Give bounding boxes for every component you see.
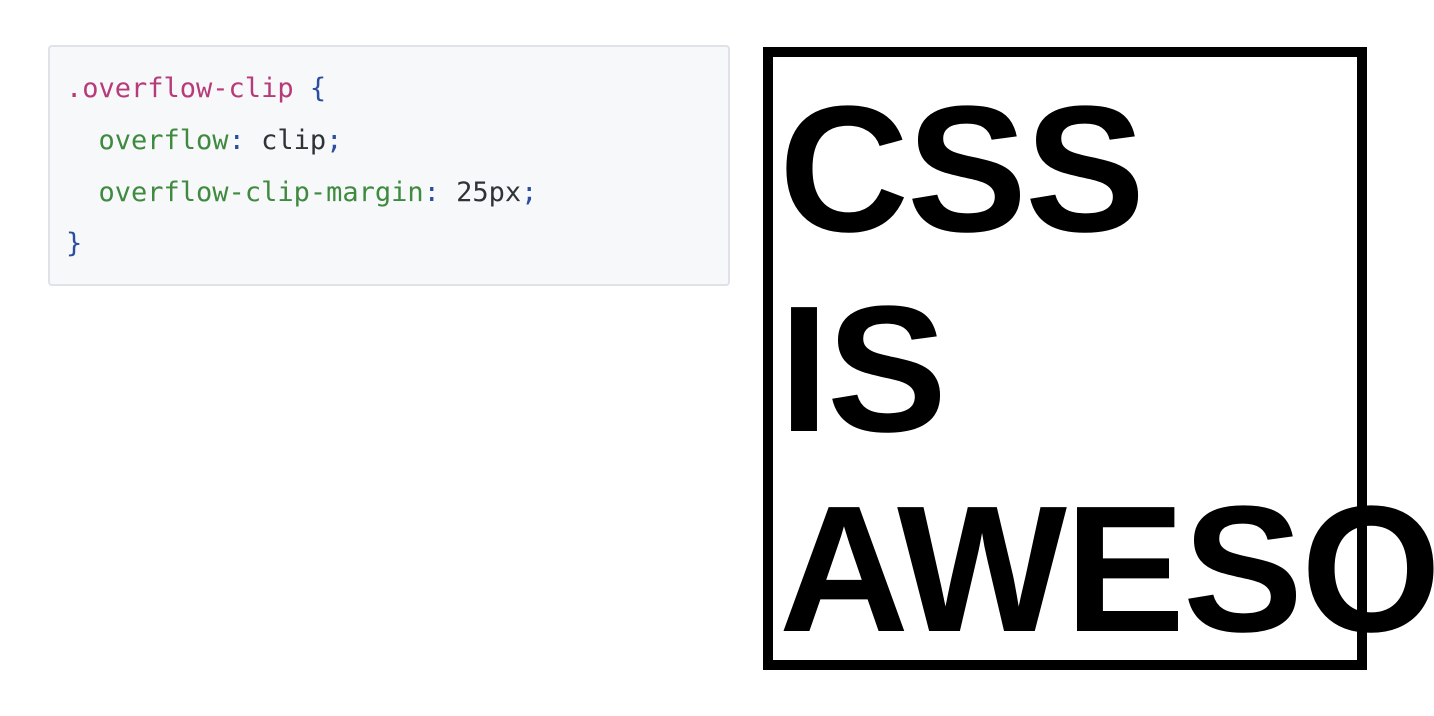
colon: : [228,125,245,156]
code-line-selector: .overflow-clip { [66,72,326,106]
css-property: overflow-clip-margin [98,177,424,208]
code-line-overflow-clip-margin: overflow-clip-margin: 25px; [66,176,538,210]
semicolon: ; [326,125,343,156]
code-block: .overflow-clip { overflow: clip; overflo… [48,45,730,286]
css-value: clip [244,125,327,156]
code-line-overflow: overflow: clip; [66,124,343,158]
code-line-closing: } [66,227,82,261]
demo-word-css: CSS [779,70,1145,270]
demo-word-awesome: AWESOME [779,469,1434,670]
semicolon: ; [521,177,538,208]
demo-overflow-text: CSS IS AWESOME [779,70,1434,670]
css-value: 25px [439,177,522,208]
demo-word-is: IS [779,269,947,470]
colon: : [423,177,440,208]
closing-brace: } [66,228,83,259]
css-property: overflow [98,125,229,156]
opening-brace: { [309,73,327,104]
css-selector: .overflow-clip [66,73,294,104]
